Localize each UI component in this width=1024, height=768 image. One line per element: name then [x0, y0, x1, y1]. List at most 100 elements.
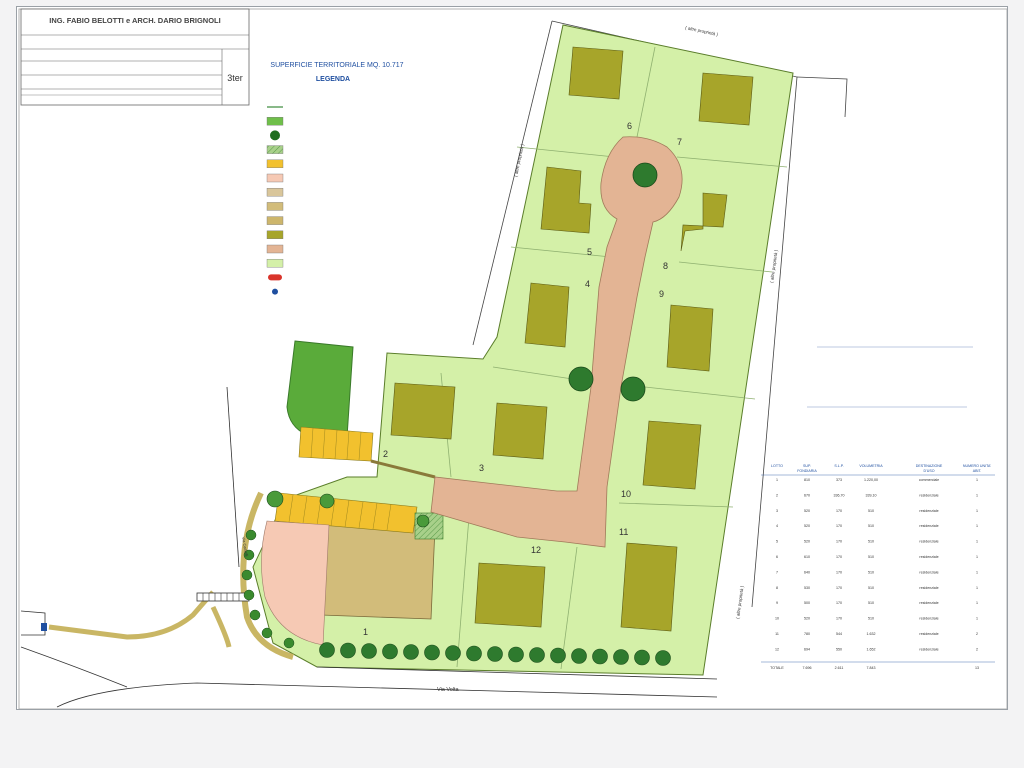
legend-item [266, 202, 284, 211]
viewer-bottom-bar [0, 714, 1024, 768]
table-cell: 544 [836, 632, 842, 636]
table-cell: residenziale [919, 570, 938, 574]
table-cell: 530 [804, 586, 810, 590]
tree-icon [620, 376, 646, 402]
table-row: 9 500 170 510 residenziale 1 [776, 601, 978, 605]
boundary-top-label: ( altre proprietà ) [685, 25, 719, 37]
building-lot6 [568, 46, 624, 100]
table-cell: residenziale [919, 524, 938, 528]
boundary-right-label: ( altre proprietà ) [769, 249, 779, 283]
marker-icon [272, 288, 278, 295]
table-total-cell: 7.696 [803, 666, 812, 670]
table-cell: 7 [776, 570, 778, 574]
legend-swatch [266, 145, 284, 154]
legend-swatch [266, 187, 284, 197]
building-lot2 [390, 382, 456, 440]
title-block: ING. FABIO BELOTTI e ARCH. DARIO BRIGNOL… [20, 8, 250, 106]
table-cell: 520 [804, 524, 810, 528]
table-cell: 170 [836, 555, 842, 559]
tree-icon [634, 649, 650, 666]
table-cell: 1.632 [867, 632, 876, 636]
tree-icon [261, 627, 273, 639]
tree-icon [245, 529, 257, 541]
table-cell: residenziale [919, 509, 938, 513]
tree-icon [632, 162, 658, 188]
table-cell: 500 [804, 601, 810, 605]
table-cell: 550 [836, 647, 842, 651]
table-cell: 694 [804, 647, 810, 651]
table-cell: residenziale [919, 540, 938, 544]
table-cell: 339,10 [866, 493, 877, 497]
table-cell: 1 [976, 493, 978, 497]
via-volta-edge [56, 682, 718, 708]
legend-swatch [266, 230, 284, 240]
legend [266, 106, 284, 295]
table-cell: 520 [804, 617, 810, 621]
access-road [48, 590, 215, 640]
table-cell: 1 [976, 601, 978, 605]
table-row: 1 810 373 1.220,00 commerciale 1 [776, 478, 978, 482]
tree-icon [340, 642, 356, 659]
table-cell: 170 [836, 617, 842, 621]
lot-table: LOTTO SUP.FONDIARIA S.L.P. VOLUMETRIA DESTIN… [761, 464, 995, 670]
table-total-row: TOTALE 7.696 2.611 7.843 13 [770, 666, 979, 670]
tree-icon [266, 490, 284, 508]
table-cell: 520 [804, 540, 810, 544]
boundary-line-east [796, 76, 848, 118]
table-cell: residenziale [919, 617, 938, 621]
table-cell: 11 [775, 632, 779, 636]
tree-icon [466, 645, 482, 662]
table-cell: 510 [868, 570, 874, 574]
public-green-area [286, 340, 354, 438]
table-row: 2 670 336,70 339,10 residenziale 1 [776, 493, 978, 497]
table-cell: 510 [868, 555, 874, 559]
tree-icon [361, 643, 377, 659]
tree-icon [568, 366, 594, 392]
tree-icon [270, 130, 280, 141]
table-cell: 2 [976, 647, 978, 651]
table-header-cell: VOLUMETRIA [859, 464, 883, 468]
table-row: 4 520 170 510 residenziale 1 [776, 524, 978, 528]
table-cell: 170 [836, 524, 842, 528]
lot-number-label: 2 [383, 449, 388, 459]
legend-swatch [266, 173, 284, 183]
table-row: 3 520 170 510 residenziale 1 [776, 509, 978, 513]
lot-number-label: 8 [663, 261, 668, 271]
table-cell: 520 [804, 509, 810, 513]
tree-icon [592, 648, 608, 665]
tree-icon [550, 647, 566, 664]
table-header-cell: SUP. [803, 464, 811, 468]
lot-number-label: 5 [587, 247, 592, 257]
table-cell: 1 [976, 570, 978, 574]
pedestrian-crossing [196, 592, 250, 602]
lot-number-label: 4 [585, 279, 590, 289]
building-lot7 [698, 72, 754, 126]
legend-item [266, 159, 284, 169]
table-cell: commerciale [919, 478, 939, 482]
table-cell: 610 [804, 555, 810, 559]
legend-item [268, 274, 282, 281]
tree-icon [445, 645, 461, 661]
table-cell: 170 [836, 509, 842, 513]
legend-item [266, 187, 284, 197]
tree-icon [508, 646, 524, 663]
lot-number-label: 6 [627, 121, 632, 131]
table-header-cell: ABIT. [973, 469, 982, 473]
table-header-cell: FONDIARIA [797, 469, 817, 473]
boundary-lower-right-label: ( altre proprietà ) [735, 585, 745, 619]
table-header-cell: DESTINAZIONE [916, 464, 943, 468]
arrow-icon [268, 274, 282, 281]
lot-number-label: 3 [479, 463, 484, 473]
table-row: 6 610 170 510 residenziale 1 [776, 555, 978, 559]
tree-icon [319, 642, 335, 658]
table-header-cell: LOTTO [771, 464, 783, 468]
handicap-marker [41, 623, 47, 631]
lot-number-label: 9 [659, 289, 664, 299]
legend-item [266, 173, 284, 183]
table-total-cell: 7.843 [867, 666, 876, 670]
lot-number-label: 10 [621, 489, 631, 499]
tree-icon [529, 647, 545, 663]
table-cell: residenziale [919, 647, 938, 651]
legend-item [266, 244, 284, 254]
table-cell: 9 [776, 601, 778, 605]
